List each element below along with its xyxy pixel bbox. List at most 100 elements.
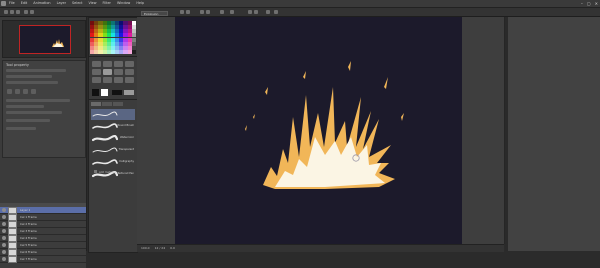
close-button[interactable]: ✕: [595, 1, 598, 6]
stabilizer-icon[interactable]: [15, 89, 20, 94]
pressure-icon[interactable]: [7, 89, 12, 94]
eye-icon[interactable]: [2, 215, 6, 219]
menu-item-file[interactable]: File: [9, 0, 15, 7]
rotation-angle[interactable]: 0.0: [170, 246, 175, 250]
menu-item-window[interactable]: Window: [117, 0, 130, 7]
drawing-canvas[interactable]: [175, 17, 462, 244]
operation-tool-icon[interactable]: [114, 61, 123, 67]
app-logo-icon[interactable]: [1, 1, 6, 6]
menu-item-layer[interactable]: Layer: [57, 0, 66, 7]
sub-tool-tab-1[interactable]: [91, 102, 101, 106]
layer-name: Cel 5 Frame: [20, 243, 37, 247]
document-tab[interactable]: Explosion: [141, 11, 168, 16]
window-controls: – ▢ ✕: [581, 1, 598, 6]
add-material-icon: [94, 170, 97, 173]
brush-stroke-icon: [92, 134, 118, 142]
select-tool-icon[interactable]: [125, 61, 134, 67]
tool-grid: [92, 61, 134, 83]
sub-tool-panel: Round Brush Watercolor Transparent Calligra…: [88, 99, 138, 253]
correction-row[interactable]: [6, 111, 62, 114]
eye-icon[interactable]: [2, 222, 6, 226]
snap-icon[interactable]: [220, 10, 224, 14]
navigator-thumbnail: [52, 39, 64, 47]
brush-tool-icon[interactable]: [103, 69, 112, 75]
menu-item-help[interactable]: Help: [136, 0, 144, 7]
brush-stroke-icon: [92, 123, 118, 129]
menu-items: File Edit Animation Layer Select View Fi…: [9, 0, 144, 7]
stroke-row[interactable]: [6, 119, 50, 122]
eraser-tool-icon[interactable]: [125, 69, 134, 75]
layer-thumbnail-icon: [8, 248, 17, 256]
menu-bar: File Edit Animation Layer Select View Fi…: [0, 0, 600, 8]
save-icon[interactable]: [16, 10, 20, 14]
layer-name: Cel 4 Frame: [20, 236, 37, 240]
deselect-icon[interactable]: [200, 10, 204, 14]
pen-tool-icon[interactable]: [114, 69, 123, 75]
transform-icon[interactable]: [186, 10, 190, 14]
sub-tool-tab-2[interactable]: [102, 102, 112, 106]
eye-icon[interactable]: [2, 229, 6, 233]
brush-density-row[interactable]: [6, 99, 70, 102]
blend-icon[interactable]: [31, 89, 36, 94]
menu-item-filter[interactable]: Filter: [103, 0, 111, 7]
spray-row[interactable]: [6, 105, 44, 108]
open-file-icon[interactable]: [10, 10, 14, 14]
menu-item-edit[interactable]: Edit: [21, 0, 28, 7]
brush-name: Round Brush: [117, 124, 134, 127]
gradient-tool-icon[interactable]: [103, 77, 112, 83]
color-swatch[interactable]: [131, 49, 136, 54]
layer-thumbnail-icon: [8, 234, 17, 242]
navigator-viewport[interactable]: [19, 25, 71, 54]
brush-item[interactable]: Round Brush: [91, 121, 135, 132]
anti-aliasing-row[interactable]: [6, 81, 58, 84]
main-sub-color-swatches[interactable]: [92, 89, 134, 96]
tool-property-title: Tool property: [6, 63, 29, 67]
layer-name: Cel 3 Frame: [20, 229, 37, 233]
eye-icon[interactable]: [2, 243, 6, 247]
zoom-tool-icon[interactable]: [103, 61, 112, 67]
brush-item[interactable]: Watercolor: [91, 133, 135, 144]
loop-icon[interactable]: [274, 10, 278, 14]
color-palette: [90, 21, 136, 54]
layer-row[interactable]: Cel 7 Frame: [0, 255, 86, 263]
menu-item-select[interactable]: Select: [72, 0, 82, 7]
move-tool-icon[interactable]: [92, 61, 101, 67]
text-tool-icon[interactable]: [114, 77, 123, 83]
ruler-icon[interactable]: [230, 10, 234, 14]
zoom-level[interactable]: 100.0: [141, 246, 150, 250]
minimize-button[interactable]: –: [581, 1, 583, 6]
eye-icon[interactable]: [2, 236, 6, 240]
left-panel: Tool property Layer 1 Cel 1 Frame Cel 2 Fr…: [0, 17, 87, 268]
maximize-button[interactable]: ▢: [587, 1, 591, 6]
eye-icon[interactable]: [2, 257, 6, 261]
fill-tool-icon[interactable]: [92, 77, 101, 83]
explosion-artwork: [245, 61, 404, 189]
menu-item-view[interactable]: View: [89, 0, 97, 7]
clear-icon[interactable]: [180, 10, 184, 14]
eye-icon[interactable]: [2, 208, 6, 212]
ink-row[interactable]: [6, 127, 36, 130]
right-panel-divider[interactable]: [505, 17, 508, 251]
texture-icon[interactable]: [23, 89, 28, 94]
figure-tool-icon[interactable]: [125, 77, 134, 83]
brush-item[interactable]: Calligraphy: [91, 157, 135, 168]
tool-property-panel: Tool property: [2, 60, 86, 158]
brush-name: Transparent: [118, 148, 134, 151]
brush-size-slider[interactable]: [6, 69, 66, 72]
eyedropper-tool-icon[interactable]: [92, 69, 101, 75]
layer-thumbnail-icon: [8, 255, 17, 263]
invert-selection-icon[interactable]: [206, 10, 210, 14]
menu-item-animation[interactable]: Animation: [33, 0, 50, 7]
add-material-row[interactable]: Add material: [94, 170, 116, 174]
redo-icon[interactable]: [30, 10, 34, 14]
opacity-slider[interactable]: [6, 75, 52, 78]
brush-stroke-icon: [92, 111, 118, 117]
brush-item[interactable]: Transparent: [91, 145, 135, 156]
onion-skin-icon[interactable]: [254, 10, 258, 14]
undo-icon[interactable]: [24, 10, 28, 14]
new-file-icon[interactable]: [4, 10, 8, 14]
playback-icon[interactable]: [266, 10, 270, 14]
sub-tool-tab-3[interactable]: [113, 102, 123, 106]
brush-item[interactable]: [91, 109, 135, 120]
grid-icon[interactable]: [248, 10, 252, 14]
